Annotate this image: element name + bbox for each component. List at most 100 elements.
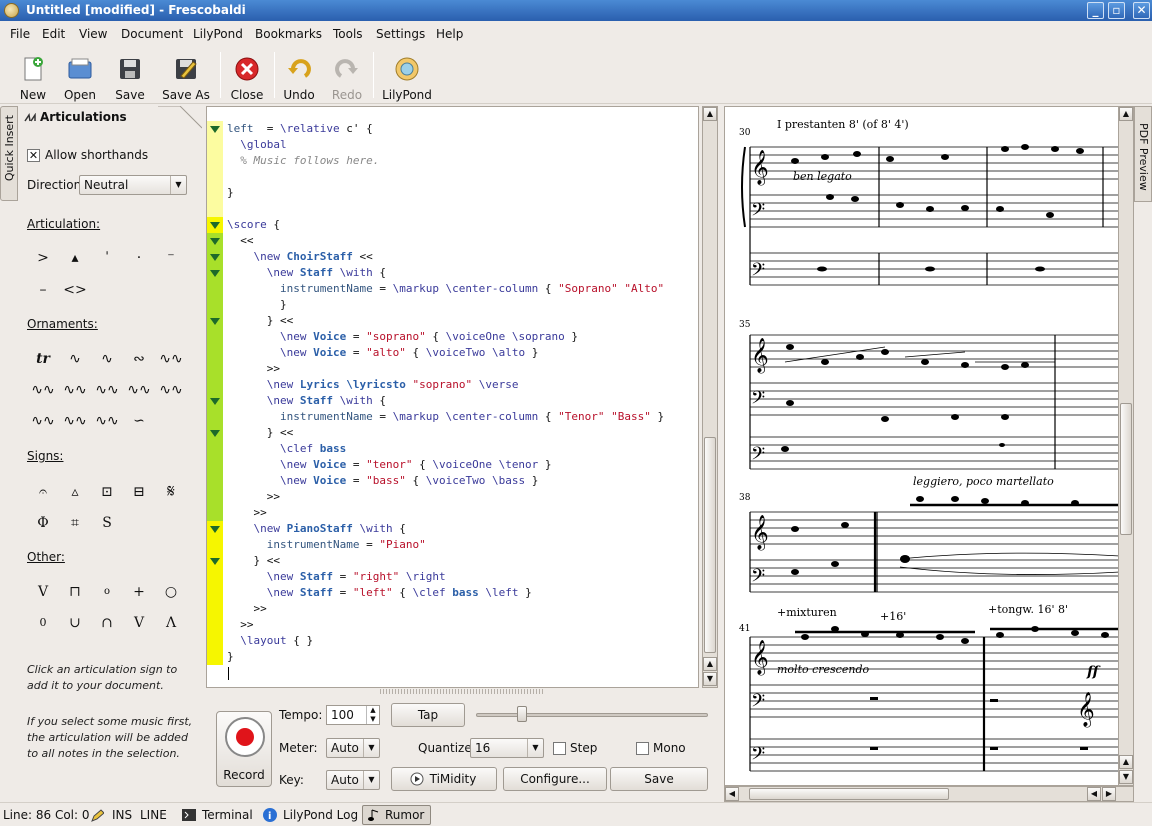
- menu-document[interactable]: Document: [121, 27, 183, 41]
- fold-toggle-icon[interactable]: [210, 222, 220, 229]
- code-line[interactable]: \new PianoStaff \with {: [227, 521, 406, 537]
- pdf-score-view[interactable]: 𝄞 𝄢 𝄢 𝄞 𝄢 𝄢 𝄞 𝄢 𝄞 𝄢 𝄢 𝄞 30 35 38 41 I prestante…: [724, 106, 1134, 786]
- downmordent-symbol[interactable]: ∿∿: [158, 379, 184, 401]
- stopped-symbol[interactable]: +: [126, 581, 152, 603]
- minimize-button[interactable]: _: [1087, 2, 1104, 19]
- scroll-right-button[interactable]: ▶: [1102, 787, 1116, 801]
- code-line[interactable]: <<: [227, 233, 253, 249]
- save-as-button[interactable]: Save As: [160, 50, 212, 102]
- verylongfermata-symbol[interactable]: ⊟: [126, 481, 152, 503]
- trill-symbol[interactable]: tr: [30, 348, 56, 370]
- prallmordent-symbol[interactable]: ∿∿: [30, 379, 56, 401]
- code-line[interactable]: >>: [227, 361, 280, 377]
- code-line[interactable]: \new Staff \with {: [227, 393, 386, 409]
- code-line[interactable]: \global: [227, 137, 286, 153]
- fold-toggle-icon[interactable]: [210, 558, 220, 565]
- code-editor[interactable]: left = \relative c' { \global % Music fo…: [206, 106, 699, 688]
- code-line[interactable]: \new Voice = "soprano" { \voiceOne \sopr…: [227, 329, 578, 345]
- code-line[interactable]: }: [227, 649, 234, 665]
- step-checkbox[interactable]: [553, 742, 566, 755]
- fold-toggle-icon[interactable]: [210, 398, 220, 405]
- code-line[interactable]: \new Voice = "tenor" { \voiceOne \tenor …: [227, 457, 552, 473]
- code-line[interactable]: } <<: [227, 425, 294, 441]
- fermata-symbol[interactable]: 𝄐: [30, 481, 56, 503]
- lilypond-button[interactable]: LilyPond: [381, 50, 433, 102]
- upbow-symbol[interactable]: V: [30, 581, 56, 603]
- record-button[interactable]: Record: [216, 711, 272, 787]
- tempo-spinbox[interactable]: 100 ▲ ▼: [326, 705, 380, 725]
- segno-symbol[interactable]: 𝄋: [158, 481, 184, 503]
- code-line[interactable]: \clef bass: [227, 441, 346, 457]
- prallprall-symbol[interactable]: ∿∿: [158, 348, 184, 370]
- menu-view[interactable]: View: [79, 27, 107, 41]
- configure-button[interactable]: Configure...: [503, 767, 607, 791]
- lilypond-log-button[interactable]: i LilyPond Log: [259, 805, 362, 825]
- code-line[interactable]: left = \relative c' {: [227, 121, 373, 137]
- code-line[interactable]: \new Lyrics \lyricsto "soprano" \verse: [227, 377, 519, 393]
- fold-toggle-icon[interactable]: [210, 430, 220, 437]
- menu-bookmarks[interactable]: Bookmarks: [255, 27, 322, 41]
- code-line[interactable]: >>: [227, 617, 253, 633]
- scroll-thumb[interactable]: [749, 788, 949, 800]
- menu-edit[interactable]: Edit: [42, 27, 65, 41]
- close-window-button[interactable]: ✕: [1133, 2, 1150, 19]
- downprall-symbol[interactable]: ∿∿: [94, 379, 120, 401]
- marcato-symbol[interactable]: ▴: [62, 247, 88, 269]
- flageolet-symbol[interactable]: o: [94, 581, 120, 603]
- snappizzicato-symbol[interactable]: Λ: [158, 612, 184, 634]
- tap-button[interactable]: Tap: [391, 703, 465, 727]
- shortfermata-symbol[interactable]: ▵: [62, 481, 88, 503]
- staccatissimo-symbol[interactable]: ˈ: [94, 247, 120, 269]
- staccato-symbol[interactable]: ·: [126, 247, 152, 269]
- mono-checkbox[interactable]: [636, 742, 649, 755]
- rtoe-symbol[interactable]: V: [126, 612, 152, 634]
- rheel-symbol[interactable]: ∪: [62, 612, 88, 634]
- menu-tools[interactable]: Tools: [333, 27, 363, 41]
- lineprall-symbol[interactable]: ∿∿: [30, 410, 56, 432]
- redo-button[interactable]: Redo: [321, 50, 373, 102]
- scroll-thumb[interactable]: [1120, 403, 1132, 535]
- upprall-symbol[interactable]: ∿∿: [62, 379, 88, 401]
- turn-symbol[interactable]: ∾: [126, 348, 152, 370]
- code-line[interactable]: \layout { }: [227, 633, 313, 649]
- code-line[interactable]: instrumentName = \markup \center-column …: [227, 409, 664, 425]
- app-icon[interactable]: [4, 3, 19, 18]
- maximize-button[interactable]: ▫: [1108, 2, 1125, 19]
- scroll-down-button[interactable]: ▼: [1119, 770, 1133, 784]
- score-vertical-scrollbar[interactable]: ▲ ▲ ▼: [1118, 106, 1134, 786]
- varcoda-symbol[interactable]: ⌗: [62, 512, 88, 534]
- code-line[interactable]: } <<: [227, 553, 280, 569]
- prallup-symbol[interactable]: ∿∿: [62, 410, 88, 432]
- tempo-slider-handle[interactable]: [517, 706, 528, 722]
- fold-toggle-icon[interactable]: [210, 526, 220, 533]
- save-button[interactable]: Save: [104, 50, 156, 102]
- tempo-slider[interactable]: [476, 713, 708, 717]
- spin-up-icon[interactable]: ▲: [366, 706, 379, 715]
- scroll-left-button[interactable]: ◀: [725, 787, 739, 801]
- close-button[interactable]: Close: [221, 50, 273, 102]
- fold-toggle-icon[interactable]: [210, 270, 220, 277]
- code-line[interactable]: \new ChoirStaff <<: [227, 249, 373, 265]
- scroll-down-button[interactable]: ▼: [703, 672, 717, 686]
- scroll-up-button[interactable]: ▲: [703, 657, 717, 671]
- quick-insert-tab[interactable]: Quick Insert: [0, 106, 18, 201]
- timidity-button[interactable]: TiMidity: [391, 767, 497, 791]
- coda-symbol[interactable]: Φ: [30, 512, 56, 534]
- splitter-handle[interactable]: [380, 689, 545, 694]
- signum-congruentiae-symbol[interactable]: S: [94, 512, 120, 534]
- open-button[interactable]: Open: [54, 50, 106, 102]
- code-line[interactable]: }: [227, 185, 234, 201]
- tenuto-symbol[interactable]: –: [30, 279, 56, 301]
- code-line[interactable]: instrumentName = \markup \center-column …: [227, 281, 664, 297]
- key-select[interactable]: Auto ▼: [326, 770, 380, 790]
- prall-symbol[interactable]: ∿: [62, 348, 88, 370]
- reverseturn-symbol[interactable]: ∽: [126, 410, 152, 432]
- lheel-symbol[interactable]: 0: [30, 612, 56, 634]
- allow-shorthands-checkbox[interactable]: ✕: [27, 149, 40, 162]
- code-line[interactable]: \new Staff = "right" \right: [227, 569, 446, 585]
- scroll-up-button[interactable]: ▲: [703, 107, 717, 121]
- midi-save-button[interactable]: Save: [610, 767, 708, 791]
- score-horizontal-scrollbar[interactable]: ◀ ◀ ▶: [724, 786, 1134, 802]
- fold-toggle-icon[interactable]: [210, 254, 220, 261]
- fold-toggle-icon[interactable]: [210, 318, 220, 325]
